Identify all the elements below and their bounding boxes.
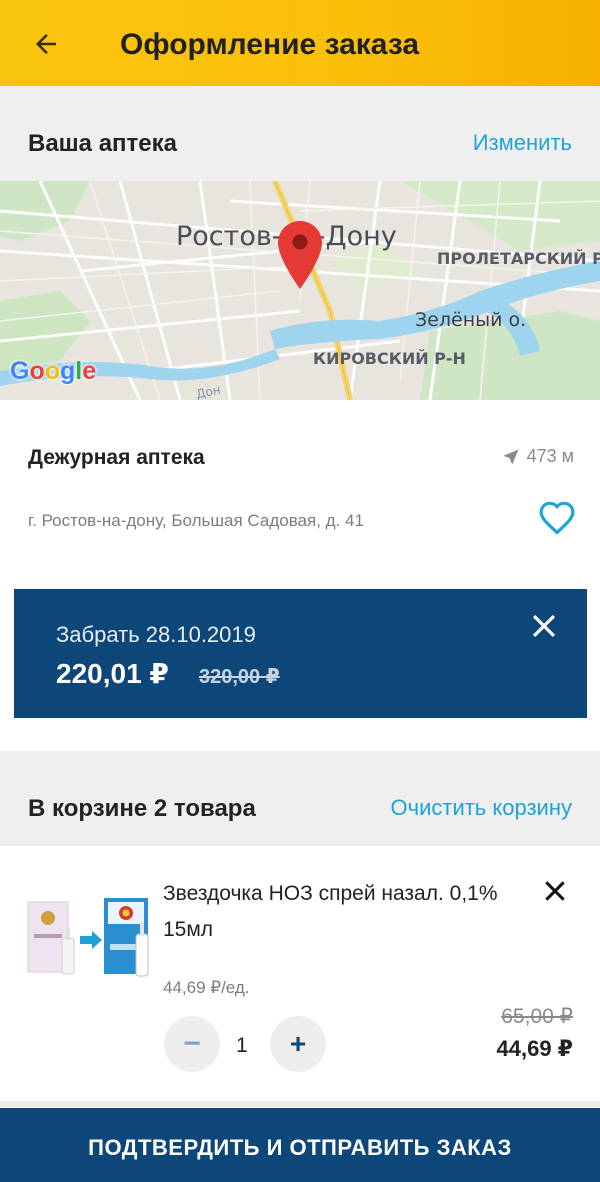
map-label-district-2: КИРОВСКИЙ Р-Н — [313, 349, 466, 368]
decrease-quantity-button[interactable]: − — [164, 1016, 220, 1072]
cart-section-title: В корзине 2 товара — [28, 795, 256, 822]
cart-section-header: В корзине 2 товара Очистить корзину — [0, 751, 600, 846]
confirm-order-button[interactable]: ПОДТВЕРДИТЬ И ОТПРАВИТЬ ЗАКАЗ — [0, 1108, 600, 1182]
favorite-heart-icon[interactable] — [538, 500, 576, 538]
item-price: 44,69 ₽ — [496, 1036, 573, 1061]
navigation-arrow-icon — [503, 449, 519, 464]
pharmacy-section-title: Ваша аптека — [28, 130, 178, 157]
pharmacy-address: г. Ростов-на-дону, Большая Садовая, д. 4… — [28, 511, 364, 530]
back-button[interactable] — [26, 24, 66, 64]
pickup-old-price: 320,00 ₽ — [199, 666, 280, 688]
pickup-card: Забрать 28.10.2019 220,01 ₽ 320,00 ₽ — [14, 589, 587, 718]
distance-value: 473 м — [526, 446, 574, 466]
pharmacy-distance: 473 м — [501, 446, 574, 467]
google-logo: Google — [10, 357, 97, 385]
clear-cart-link[interactable]: Очистить корзину — [391, 795, 573, 821]
app-bar: Оформление заказа — [0, 0, 600, 86]
pharmacy-section-header: Ваша аптека Изменить — [0, 86, 600, 181]
pharmacy-card: Дежурная аптека 473 м г. Ростов-на-дону,… — [0, 400, 600, 570]
map-label-district-1: ПРОЛЕТАРСКИЙ Р- — [437, 249, 600, 268]
pharmacy-map[interactable]: Ростов-на-Дону ПРОЛЕТАРСКИЙ Р- Зелёный о… — [0, 181, 600, 400]
pickup-total-price: 220,01 ₽ — [56, 658, 169, 689]
quantity-value: 1 — [236, 1034, 248, 1057]
arrow-left-icon — [36, 34, 56, 54]
map-pin-icon[interactable] — [278, 221, 322, 289]
product-name[interactable]: Звездочка НОЗ спрей назал. 0,1% 15мл — [163, 876, 523, 948]
pharmacy-name: Дежурная аптека — [28, 446, 205, 469]
map-label-island: Зелёный о. — [415, 309, 527, 331]
product-image[interactable] — [26, 890, 154, 988]
item-old-price: 65,00 ₽ — [501, 1005, 573, 1028]
increase-quantity-button[interactable]: + — [270, 1016, 326, 1072]
page-title: Оформление заказа — [120, 28, 420, 61]
minus-icon: − — [183, 1027, 201, 1060]
pickup-date: Забрать 28.10.2019 — [56, 622, 256, 647]
remove-item-icon[interactable] — [542, 878, 568, 904]
divider — [0, 1101, 600, 1107]
change-pharmacy-link[interactable]: Изменить — [473, 130, 572, 156]
cart-item: Звездочка НОЗ спрей назал. 0,1% 15мл 44,… — [0, 846, 600, 1104]
close-icon[interactable] — [529, 611, 559, 641]
unit-price: 44,69 ₽/ед. — [163, 978, 250, 997]
plus-icon: + — [289, 1028, 307, 1059]
